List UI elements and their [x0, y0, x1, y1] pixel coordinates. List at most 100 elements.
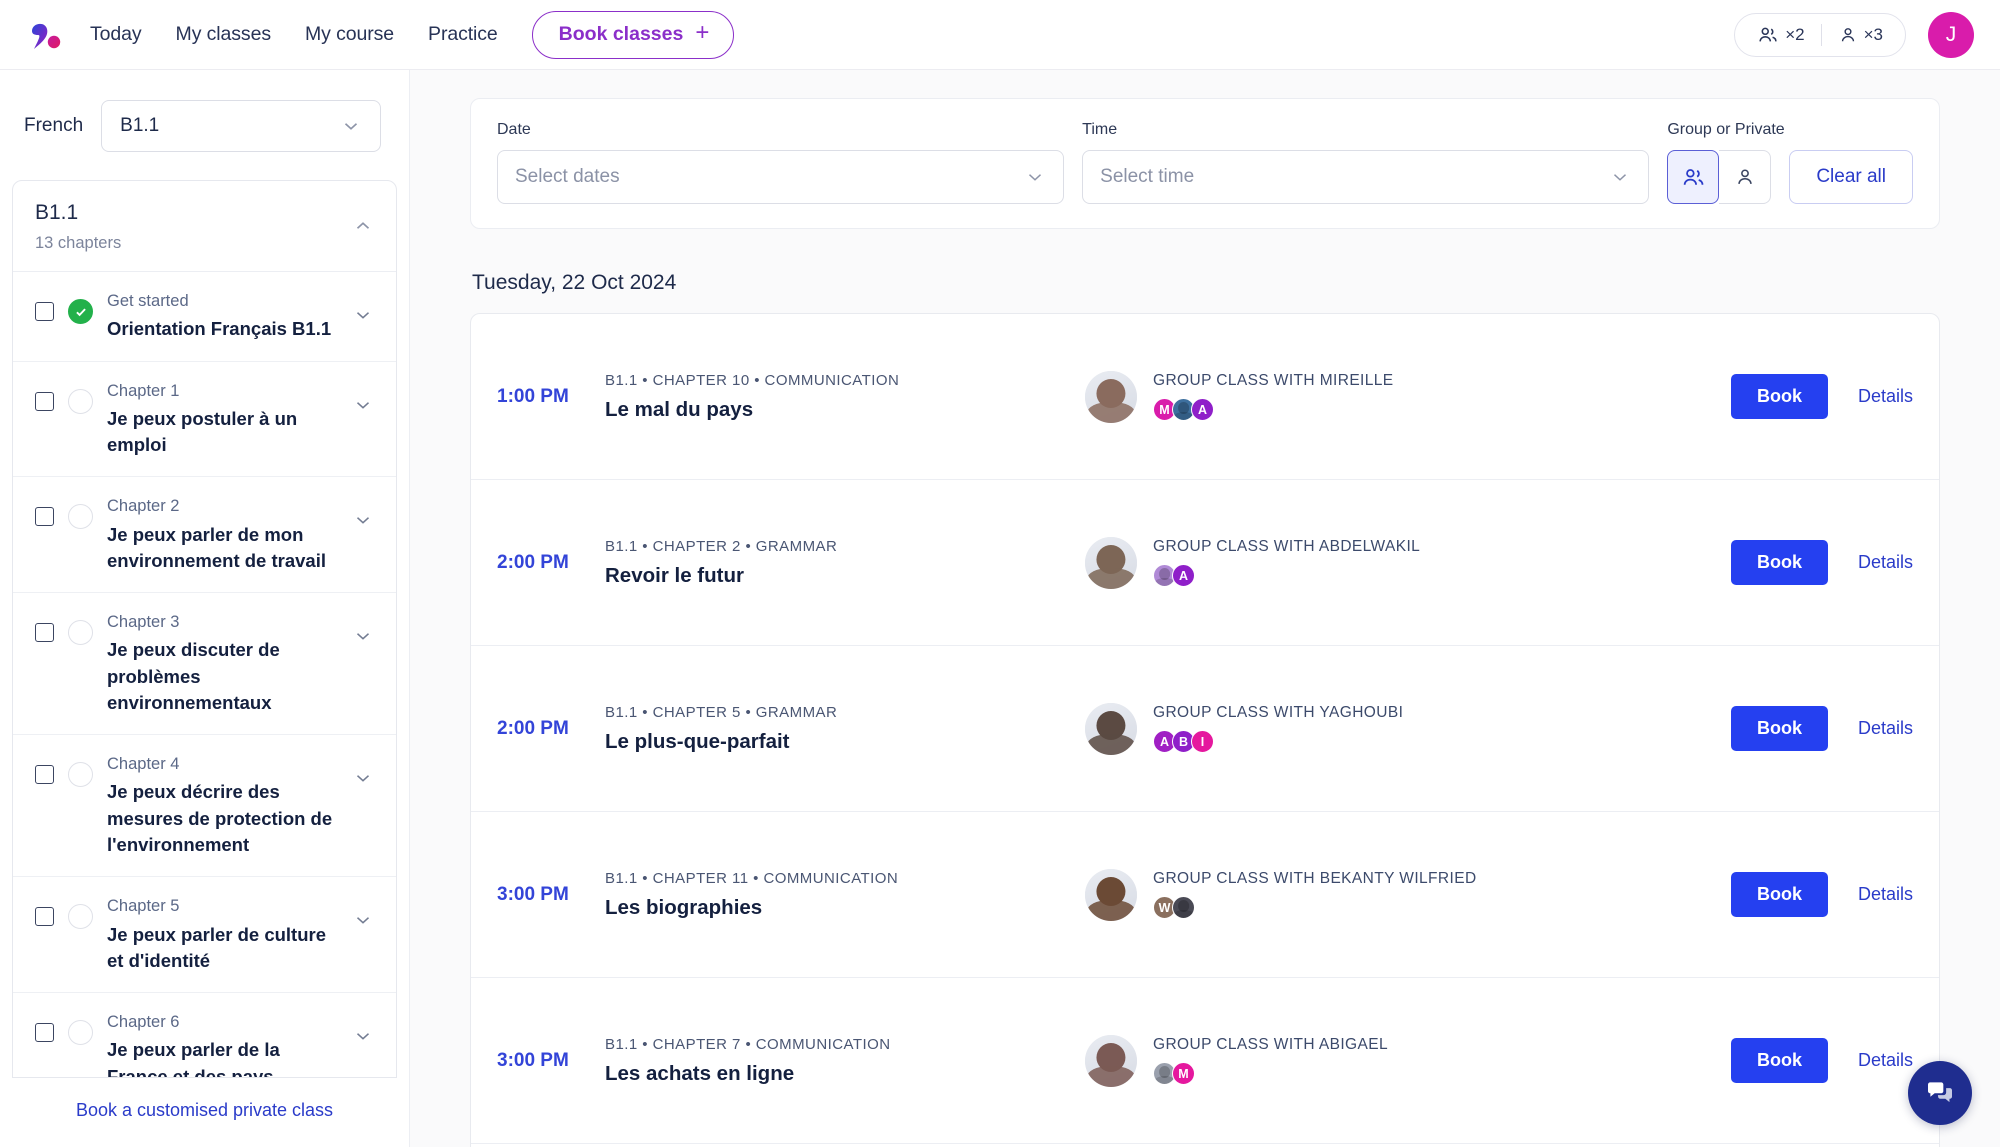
class-row[interactable]: 2:00 PM B1.1 • CHAPTER 5 • GRAMMAR Le plus… — [471, 646, 1939, 812]
nav-my-course[interactable]: My course — [305, 23, 394, 46]
private-credits[interactable]: ×3 — [1822, 24, 1899, 46]
details-link[interactable]: Details — [1858, 718, 1913, 739]
chapter-checkbox[interactable] — [35, 1023, 54, 1043]
class-row[interactable]: 3:00 PM B1.1 • CHAPTER 11 • COMMUNICATION… — [471, 812, 1939, 978]
teacher-name: GROUP CLASS WITH ABIGAEL — [1153, 1036, 1388, 1053]
date-select-placeholder: Select dates — [515, 166, 620, 187]
chapter-name: Je peux postuler à un emploi — [107, 407, 298, 456]
comma-logo[interactable] — [24, 14, 66, 56]
nav-practice[interactable]: Practice — [428, 23, 498, 46]
chat-support-button[interactable] — [1908, 1061, 1972, 1125]
class-info: B1.1 • CHAPTER 2 • GRAMMAR Revoir le futu… — [605, 538, 1085, 588]
chat-bubble-icon — [1928, 1082, 1952, 1103]
chapter-number: Chapter 1 — [107, 381, 180, 400]
book-button[interactable]: Book — [1730, 374, 1828, 419]
level-select[interactable]: B1.1 — [101, 100, 381, 152]
chevron-down-icon[interactable] — [352, 509, 374, 531]
details-link[interactable]: Details — [1858, 884, 1913, 905]
chapter-row[interactable]: Chapter 2 Je peux parler de mon environne… — [13, 477, 396, 594]
topnav-right-cluster: ×2 ×3 J — [1734, 11, 1974, 58]
chapter-row[interactable]: Chapter 3 Je peux discuter de problèmes e… — [13, 593, 396, 736]
class-meta: B1.1 • CHAPTER 2 • GRAMMAR — [605, 537, 838, 555]
teacher-photo — [1085, 702, 1137, 755]
group-credits[interactable]: ×2 — [1741, 24, 1820, 46]
class-row[interactable]: 1:00 PM B1.1 • CHAPTER 10 • COMMUNICATION… — [471, 314, 1939, 480]
book-button[interactable]: Book — [1730, 872, 1828, 917]
chevron-down-icon[interactable] — [352, 625, 374, 647]
chapter-text: Chapter 3 Je peux discuter de problèmes e… — [107, 611, 338, 716]
teacher-name: GROUP CLASS WITH MIREILLE — [1153, 372, 1394, 389]
chapter-row[interactable]: Get started Orientation Français B1.1 — [13, 272, 396, 362]
group-toggle-button[interactable] — [1667, 150, 1720, 204]
class-teacher-block: GROUP CLASS WITH MIREILLE M A — [1085, 370, 1731, 423]
chevron-down-icon[interactable] — [352, 304, 374, 326]
time-select-placeholder: Select time — [1100, 166, 1195, 187]
chapter-checkbox[interactable] — [35, 302, 54, 321]
chevron-down-icon — [1609, 166, 1631, 188]
chevron-down-icon[interactable] — [352, 1025, 374, 1047]
teacher-avatar — [1085, 1034, 1137, 1087]
class-actions: Book Details — [1730, 706, 1913, 751]
private-toggle-button[interactable] — [1719, 150, 1772, 204]
chapter-checkbox[interactable] — [35, 765, 54, 785]
credits-badge[interactable]: ×2 ×3 — [1734, 12, 1906, 57]
chapter-row[interactable]: Chapter 1 Je peux postuler à un emploi — [13, 362, 396, 478]
chapter-checkbox[interactable] — [35, 391, 54, 411]
chapter-number: Chapter 5 — [107, 897, 180, 916]
filter-bar: Date Select dates Time Select time Group… — [470, 98, 1940, 229]
chapter-checkbox[interactable] — [35, 907, 54, 927]
chapter-status-icon — [68, 388, 93, 414]
chapter-row[interactable]: Chapter 4 Je peux décrire des mesures de … — [13, 735, 396, 878]
book-button[interactable]: Book — [1730, 1038, 1828, 1083]
single-user-icon — [1841, 27, 1854, 41]
class-actions: Book Details — [1730, 1038, 1913, 1083]
details-link[interactable]: Details — [1858, 386, 1913, 407]
time-filter-label: Time — [1082, 121, 1118, 138]
chapter-name: Je peux parler de la France et des pays — [107, 1039, 280, 1077]
class-info: B1.1 • CHAPTER 10 • COMMUNICATION Le mal … — [605, 372, 1085, 422]
sidebar-footer: Book a customised private class — [0, 1078, 409, 1147]
class-time: 3:00 PM — [497, 883, 569, 905]
chevron-down-icon[interactable] — [352, 909, 374, 931]
nav-my-classes[interactable]: My classes — [176, 23, 272, 46]
book-classes-button[interactable]: Book classes + — [531, 10, 735, 59]
group-private-label: Group or Private — [1667, 121, 1785, 138]
chapter-name: Je peux discuter de problèmes environnem… — [107, 639, 280, 713]
class-actions: Book Details — [1730, 540, 1913, 585]
chevron-down-icon[interactable] — [352, 767, 374, 789]
book-button[interactable]: Book — [1730, 540, 1828, 585]
clear-all-button[interactable]: Clear all — [1789, 150, 1914, 204]
chevron-down-icon[interactable] — [352, 394, 374, 416]
nav-today[interactable]: Today — [90, 23, 142, 46]
attendee-list: MA — [1153, 398, 1394, 421]
user-avatar[interactable]: J — [1928, 11, 1974, 58]
details-link[interactable]: Details — [1858, 1050, 1913, 1071]
book-button[interactable]: Book — [1730, 706, 1828, 751]
details-link[interactable]: Details — [1858, 552, 1913, 573]
chapter-checkbox[interactable] — [35, 507, 54, 527]
chapter-name: Je peux parler de mon environnement de t… — [107, 523, 326, 571]
teacher-photo — [1085, 1034, 1137, 1087]
attendee-list: M — [1153, 1062, 1388, 1085]
teacher-name: GROUP CLASS WITH BEKANTY WILFRIED — [1153, 870, 1477, 887]
class-row[interactable]: 3:00 PM B1.1 • CHAPTER 7 • COMMUNICATION L… — [471, 978, 1939, 1144]
chapter-row[interactable]: Chapter 6 Je peux parler de la France et … — [13, 993, 396, 1077]
chapter-checkbox[interactable] — [35, 623, 54, 643]
chapters-list: Get started Orientation Français B1.1 Chap… — [13, 272, 396, 1077]
top-navigation-bar: Today My classes My course Practice Book… — [0, 0, 2000, 70]
date-select[interactable]: Select dates — [497, 150, 1065, 204]
chapter-row[interactable]: Chapter 5 Je peux parler de culture et d'… — [13, 877, 396, 994]
time-select[interactable]: Select time — [1082, 150, 1650, 204]
class-meta: B1.1 • CHAPTER 5 • GRAMMAR — [605, 703, 838, 721]
chapters-header[interactable]: B1.1 13 chapters — [13, 181, 396, 272]
class-row[interactable]: 2:00 PM B1.1 • CHAPTER 2 • GRAMMAR Revoir … — [471, 480, 1939, 646]
class-teacher-block: GROUP CLASS WITH BEKANTY WILFRIED W — [1085, 868, 1731, 921]
chapter-number: Chapter 2 — [107, 497, 180, 516]
class-time: 2:00 PM — [497, 717, 569, 739]
chapter-text: Chapter 6 Je peux parler de la France et … — [107, 1011, 338, 1077]
chevron-up-icon[interactable] — [352, 215, 374, 237]
class-teacher-block: GROUP CLASS WITH ABIGAEL M — [1085, 1034, 1731, 1087]
chapter-status-icon — [68, 299, 93, 324]
chapter-number: Get started — [107, 292, 189, 310]
book-private-class-link[interactable]: Book a customised private class — [76, 1100, 333, 1120]
